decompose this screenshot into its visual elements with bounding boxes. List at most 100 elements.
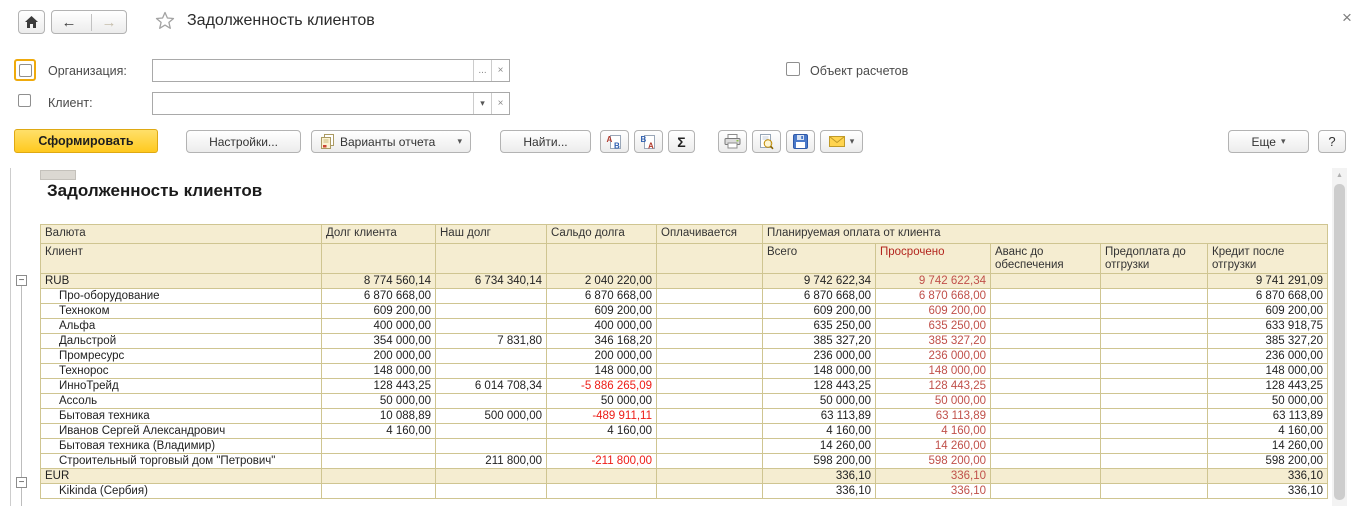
- value-cell[interactable]: [436, 469, 547, 484]
- currency-cell[interactable]: EUR: [41, 469, 322, 484]
- more-button[interactable]: Еще ▾: [1228, 130, 1309, 153]
- client-row[interactable]: Строительный торговый дом "Петрович"211 …: [41, 454, 1328, 469]
- value-cell[interactable]: 609 200,00: [1208, 304, 1328, 319]
- value-cell[interactable]: 336,10: [763, 469, 876, 484]
- value-cell[interactable]: [322, 439, 436, 454]
- col-header-client[interactable]: Клиент: [41, 244, 322, 274]
- collapse-group-expander[interactable]: −: [16, 275, 27, 286]
- value-cell[interactable]: 4 160,00: [763, 424, 876, 439]
- value-cell[interactable]: 50 000,00: [1208, 394, 1328, 409]
- value-cell[interactable]: [547, 439, 657, 454]
- value-cell[interactable]: 598 200,00: [1208, 454, 1328, 469]
- value-cell[interactable]: [991, 439, 1101, 454]
- value-cell[interactable]: 148 000,00: [547, 364, 657, 379]
- client-row[interactable]: Бытовая техника10 088,89500 000,00-489 9…: [41, 409, 1328, 424]
- value-cell[interactable]: 236 000,00: [876, 349, 991, 364]
- value-cell[interactable]: 609 200,00: [876, 304, 991, 319]
- value-cell[interactable]: [991, 379, 1101, 394]
- value-cell[interactable]: [657, 379, 763, 394]
- value-cell[interactable]: [991, 394, 1101, 409]
- client-name-cell[interactable]: Технорос: [41, 364, 322, 379]
- value-cell[interactable]: 346 168,20: [547, 334, 657, 349]
- client-row[interactable]: Kikinda (Сербия)336,10336,10336,10: [41, 484, 1328, 499]
- value-cell[interactable]: [991, 484, 1101, 499]
- value-cell[interactable]: 50 000,00: [763, 394, 876, 409]
- value-cell[interactable]: [322, 454, 436, 469]
- value-cell[interactable]: 6 734 340,14: [436, 274, 547, 289]
- value-cell[interactable]: [1101, 349, 1208, 364]
- col-header-empty[interactable]: [657, 244, 763, 274]
- print-preview-button[interactable]: [752, 130, 781, 153]
- value-cell[interactable]: 6 870 668,00: [547, 289, 657, 304]
- value-cell[interactable]: [436, 349, 547, 364]
- value-cell[interactable]: [436, 484, 547, 499]
- value-cell[interactable]: [436, 289, 547, 304]
- value-cell[interactable]: [547, 469, 657, 484]
- col-header-prepayment[interactable]: Предоплата до отгрузки: [1101, 244, 1208, 274]
- currency-cell[interactable]: RUB: [41, 274, 322, 289]
- client-row[interactable]: Иванов Сергей Александрович4 160,004 160…: [41, 424, 1328, 439]
- col-header-our-debt[interactable]: Наш долг: [436, 225, 547, 244]
- currency-group-row[interactable]: RUB8 774 560,146 734 340,142 040 220,009…: [41, 274, 1328, 289]
- client-name-cell[interactable]: Техноком: [41, 304, 322, 319]
- value-cell[interactable]: [1101, 484, 1208, 499]
- print-button[interactable]: [718, 130, 747, 153]
- value-cell[interactable]: -5 886 265,09: [547, 379, 657, 394]
- value-cell[interactable]: [1101, 394, 1208, 409]
- forward-button[interactable]: →: [91, 14, 126, 31]
- organization-picker-button[interactable]: ...: [473, 60, 491, 81]
- col-header-total[interactable]: Всего: [763, 244, 876, 274]
- client-name-cell[interactable]: ИнноТрейд: [41, 379, 322, 394]
- value-cell[interactable]: [657, 439, 763, 454]
- value-cell[interactable]: 7 831,80: [436, 334, 547, 349]
- client-dropdown-button[interactable]: ▾: [473, 93, 491, 114]
- value-cell[interactable]: 148 000,00: [1208, 364, 1328, 379]
- value-cell[interactable]: 148 000,00: [322, 364, 436, 379]
- value-cell[interactable]: [1101, 289, 1208, 304]
- client-name-cell[interactable]: Бытовая техника: [41, 409, 322, 424]
- value-cell[interactable]: [991, 454, 1101, 469]
- save-button[interactable]: [786, 130, 815, 153]
- value-cell[interactable]: [657, 469, 763, 484]
- value-cell[interactable]: [1101, 424, 1208, 439]
- value-cell[interactable]: 148 000,00: [763, 364, 876, 379]
- value-cell[interactable]: [322, 469, 436, 484]
- value-cell[interactable]: 609 200,00: [763, 304, 876, 319]
- value-cell[interactable]: 2 040 220,00: [547, 274, 657, 289]
- value-cell[interactable]: 336,10: [1208, 469, 1328, 484]
- value-cell[interactable]: 336,10: [1208, 484, 1328, 499]
- value-cell[interactable]: [991, 409, 1101, 424]
- value-cell[interactable]: [657, 454, 763, 469]
- value-cell[interactable]: [1101, 469, 1208, 484]
- value-cell[interactable]: 14 260,00: [1208, 439, 1328, 454]
- value-cell[interactable]: 6 870 668,00: [763, 289, 876, 304]
- value-cell[interactable]: [991, 304, 1101, 319]
- client-checkbox[interactable]: [18, 94, 31, 107]
- value-cell[interactable]: 4 160,00: [547, 424, 657, 439]
- report-variants-button[interactable]: Варианты отчета ▾: [311, 130, 471, 153]
- value-cell[interactable]: 598 200,00: [876, 454, 991, 469]
- value-cell[interactable]: 14 260,00: [763, 439, 876, 454]
- client-name-cell[interactable]: Дальстрой: [41, 334, 322, 349]
- value-cell[interactable]: [1101, 274, 1208, 289]
- value-cell[interactable]: 14 260,00: [876, 439, 991, 454]
- value-cell[interactable]: 633 918,75: [1208, 319, 1328, 334]
- favorite-star-button[interactable]: [155, 11, 175, 35]
- value-cell[interactable]: 385 327,20: [763, 334, 876, 349]
- col-header-credit[interactable]: Кредит после отгрузки: [1208, 244, 1328, 274]
- settlement-object-checkbox[interactable]: [786, 62, 800, 76]
- value-cell[interactable]: 598 200,00: [763, 454, 876, 469]
- value-cell[interactable]: [1101, 439, 1208, 454]
- home-button[interactable]: [18, 10, 45, 34]
- col-header-empty[interactable]: [322, 244, 436, 274]
- scroll-up-icon[interactable]: ▲: [1332, 168, 1347, 182]
- client-row[interactable]: Дальстрой354 000,007 831,80346 168,20385…: [41, 334, 1328, 349]
- client-row[interactable]: Бытовая техника (Владимир)14 260,0014 26…: [41, 439, 1328, 454]
- client-name-cell[interactable]: Kikinda (Сербия): [41, 484, 322, 499]
- value-cell[interactable]: 635 250,00: [763, 319, 876, 334]
- col-header-empty[interactable]: [547, 244, 657, 274]
- value-cell[interactable]: 609 200,00: [322, 304, 436, 319]
- value-cell[interactable]: 6 870 668,00: [322, 289, 436, 304]
- value-cell[interactable]: [991, 364, 1101, 379]
- value-cell[interactable]: -489 911,11: [547, 409, 657, 424]
